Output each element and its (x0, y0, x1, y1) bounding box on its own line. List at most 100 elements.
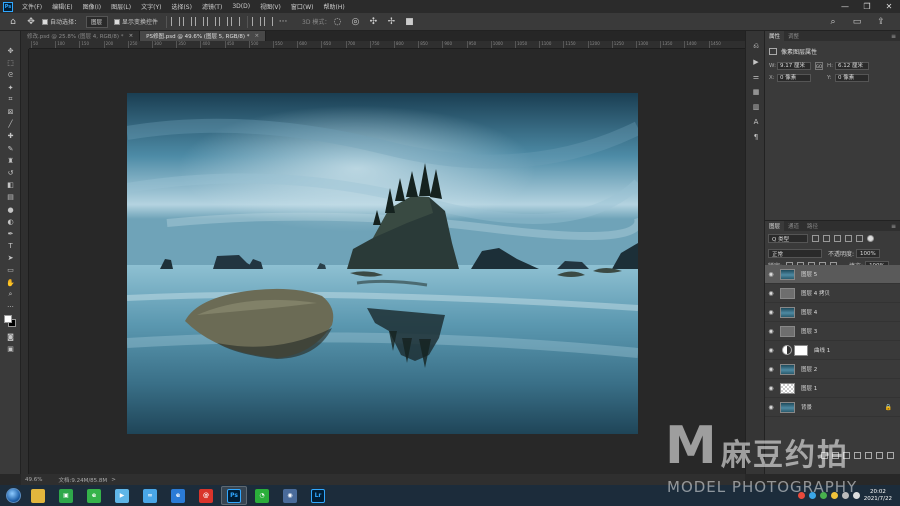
align-top-icon[interactable] (207, 17, 217, 26)
tab-adjustments[interactable]: 调整 (784, 31, 803, 41)
align-center-icon[interactable] (183, 17, 193, 26)
menu-view[interactable]: 视图(V) (255, 2, 286, 11)
visibility-eye-icon[interactable]: ◉ (765, 328, 777, 335)
minimize-button[interactable]: — (834, 0, 856, 13)
vertical-ruler[interactable] (21, 49, 29, 474)
distribute-icon[interactable] (252, 17, 262, 26)
taskbar-app-button[interactable] (25, 486, 51, 505)
crop-tool-icon[interactable]: ⌗ (0, 94, 21, 106)
horizontal-ruler[interactable]: 50 100 150 200 250 300 350 400 450 500 550 600 650 70… (29, 41, 745, 49)
menu-help[interactable]: 帮助(H) (319, 2, 350, 11)
taskbar-app-button[interactable]: ◉ (277, 486, 303, 505)
home-icon[interactable]: ⌂ (6, 15, 20, 29)
dodge-tool-icon[interactable]: ◐ (0, 216, 21, 228)
clock[interactable]: 20:02 2021/7/22 (864, 489, 892, 503)
panel-menu-icon[interactable]: ≡ (891, 33, 896, 40)
share-icon[interactable]: ⇪ (874, 15, 888, 29)
maximize-button[interactable]: ❐ (856, 0, 878, 13)
delete-layer-icon[interactable] (887, 452, 894, 459)
taskbar-app-button[interactable]: ▣ (53, 486, 79, 505)
link-layers-icon[interactable] (821, 452, 828, 459)
volume-icon[interactable] (852, 492, 860, 499)
link-icon[interactable]: GO (815, 62, 823, 70)
tab-channels[interactable]: 通道 (784, 221, 803, 231)
close-icon[interactable]: × (255, 33, 260, 39)
menu-3d[interactable]: 3D(D) (227, 3, 255, 10)
more-options-icon[interactable]: ··· (276, 15, 290, 29)
history-brush-icon[interactable]: ↺ (0, 167, 21, 179)
zoom-tool-icon[interactable]: ⌕ (0, 289, 21, 301)
swatches-icon[interactable]: ▦ (746, 84, 766, 99)
network-icon[interactable] (841, 492, 849, 499)
layer-filter-dropdown[interactable]: Q 类型 (768, 234, 808, 243)
layer-row[interactable]: ◉ 图层 1 (765, 379, 900, 398)
eraser-icon[interactable]: ◧ (0, 179, 21, 191)
search-icon[interactable]: ⌕ (826, 15, 840, 29)
3d-drag-icon[interactable]: ✣ (366, 15, 380, 29)
hand-tool-icon[interactable]: ✋ (0, 277, 21, 289)
blur-tool-icon[interactable]: ● (0, 203, 21, 215)
shape-tool-icon[interactable]: ▭ (0, 264, 21, 276)
blend-mode-dropdown[interactable]: 正常 (768, 249, 822, 258)
visibility-eye-icon[interactable]: ◉ (765, 404, 777, 411)
gradient-tool-icon[interactable]: ▤ (0, 191, 21, 203)
path-select-icon[interactable]: ➤ (0, 252, 21, 264)
history-icon[interactable]: ⎌ (746, 39, 766, 54)
3d-rotate-icon[interactable]: ◌ (330, 15, 344, 29)
brush-tool-icon[interactable]: ✎ (0, 143, 21, 155)
distribute-icon[interactable] (264, 17, 274, 26)
actions-play-icon[interactable]: ▶ (746, 54, 766, 69)
status-menu-arrow[interactable]: > (111, 477, 116, 483)
3d-scale-icon[interactable]: ■ (402, 15, 416, 29)
layer-row[interactable]: ◉ 曲线 1 (765, 341, 900, 360)
adjustments-icon[interactable]: ⚌ (746, 69, 766, 84)
libraries-icon[interactable]: ▥ (746, 99, 766, 114)
tray-app-icon[interactable] (808, 492, 816, 499)
pen-tool-icon[interactable]: ✒ (0, 228, 21, 240)
new-group-icon[interactable] (865, 452, 872, 459)
tray-app-icon[interactable] (830, 492, 838, 499)
visibility-eye-icon[interactable]: ◉ (765, 347, 777, 354)
close-icon[interactable]: × (129, 33, 134, 39)
taskbar-app-button[interactable]: ◔ (249, 486, 275, 505)
quick-mask-icon[interactable]: ◙ (0, 331, 21, 343)
type-tool-icon[interactable]: T (0, 240, 21, 252)
menu-window[interactable]: 窗口(W) (286, 2, 319, 11)
move-tool-icon[interactable]: ✥ (24, 15, 38, 29)
layer-row[interactable]: ◉ 图层 5 (765, 265, 900, 284)
menu-select[interactable]: 选择(S) (166, 2, 197, 11)
opacity-field[interactable]: 100% (856, 249, 880, 258)
taskbar-app-button[interactable]: Ps (221, 486, 247, 505)
filter-toggle-icon[interactable] (867, 235, 874, 242)
move-tool-icon[interactable]: ✥ (0, 45, 21, 57)
visibility-eye-icon[interactable]: ◉ (765, 271, 777, 278)
menu-type[interactable]: 文字(Y) (136, 2, 166, 11)
fx-icon[interactable] (832, 452, 839, 459)
layer-row[interactable]: ◉ 图层 3 (765, 322, 900, 341)
filter-smart-icon[interactable] (856, 235, 863, 242)
height-field[interactable]: 6.12 厘米 (835, 62, 869, 70)
tab-properties[interactable]: 属性 (765, 31, 785, 41)
healing-brush-icon[interactable]: ✚ (0, 130, 21, 142)
magic-wand-icon[interactable]: ✦ (0, 82, 21, 94)
filter-pixel-icon[interactable] (812, 235, 819, 242)
start-button[interactable] (2, 486, 24, 505)
screen-mode-icon[interactable]: ▣ (0, 343, 21, 355)
tab-document-1[interactable]: 修改.psd @ 25.8% (图层 4, RGB/8) * × (21, 31, 141, 41)
visibility-eye-icon[interactable]: ◉ (765, 290, 777, 297)
visibility-eye-icon[interactable]: ◉ (765, 385, 777, 392)
clone-stamp-icon[interactable]: ♜ (0, 155, 21, 167)
3d-roll-icon[interactable]: ◎ (348, 15, 362, 29)
layer-mask-thumbnail[interactable] (794, 344, 808, 356)
taskbar-app-button[interactable]: ▶ (109, 486, 135, 505)
y-field[interactable]: 0 像素 (835, 74, 869, 82)
filter-type-icon[interactable] (834, 235, 841, 242)
eyedropper-icon[interactable]: ╱ (0, 118, 21, 130)
workspace-icon[interactable]: ▭ (850, 15, 864, 29)
taskbar-app-button[interactable]: e (165, 486, 191, 505)
auto-select-dropdown[interactable]: 图层 (86, 15, 109, 28)
tray-app-icon[interactable] (819, 492, 827, 499)
visibility-eye-icon[interactable]: ◉ (765, 309, 777, 316)
tab-document-2[interactable]: PS修图.psd @ 49.6% (图层 5, RGB/8) * × (140, 31, 267, 41)
lasso-tool-icon[interactable]: ᘓ (0, 69, 21, 81)
